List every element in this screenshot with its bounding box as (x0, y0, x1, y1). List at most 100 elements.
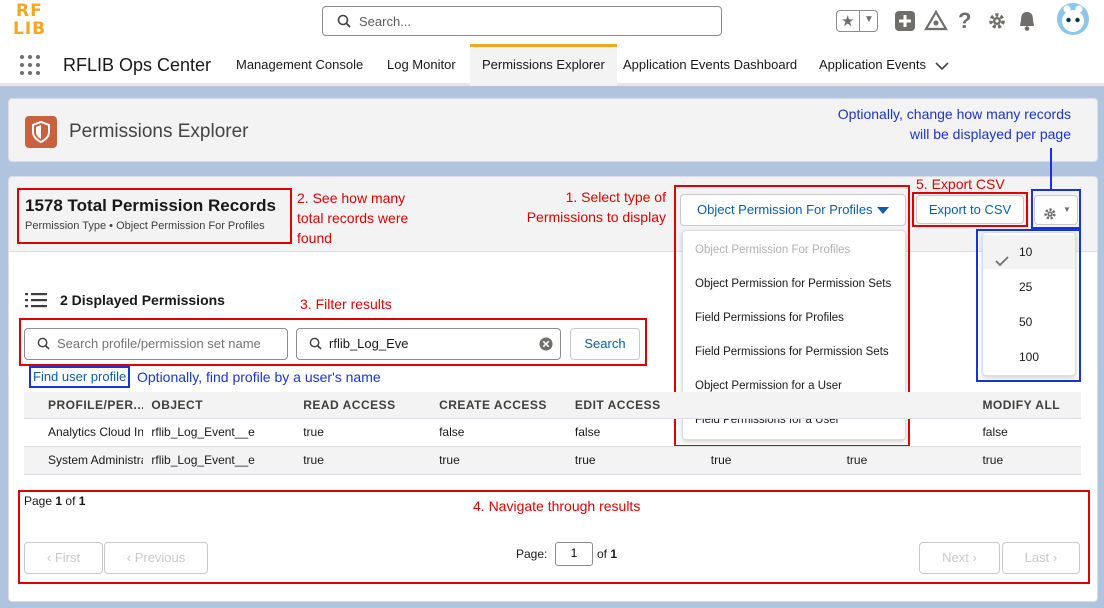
column-header-edit-access[interactable]: EDIT ACCESS (550, 392, 687, 419)
object-search-input[interactable] (329, 336, 519, 351)
annotation-note-5: 5. Export CSV (916, 176, 1005, 192)
page-status-current: 1 (55, 494, 63, 508)
page-total: of 1 (597, 547, 617, 561)
help-icon[interactable]: ? (958, 8, 971, 34)
global-search-input[interactable] (359, 12, 709, 30)
export-csv-button[interactable]: Export to CSV (916, 195, 1024, 224)
search-button[interactable]: Search (570, 328, 640, 360)
table-cell: rflib_Log_Event__e (143, 418, 280, 447)
page-size-menu-button[interactable]: ▼ (1034, 195, 1078, 225)
page-status-of: of (65, 494, 76, 508)
table-row: System Administrator rflib_Log_Event__e … (24, 446, 1081, 475)
annotation-note-find-user: Optionally, find profile by a user's nam… (137, 369, 381, 385)
chevron-down-icon[interactable] (935, 59, 949, 74)
table-cell: false (415, 418, 551, 447)
object-search-field[interactable] (296, 328, 561, 360)
permission-type-option[interactable]: Object Permission for Permission Sets (683, 267, 905, 301)
permission-type-option[interactable]: Object Permission For Profiles (683, 233, 905, 267)
previous-page-label: Previous (134, 550, 186, 565)
table-cell: false (550, 418, 687, 447)
column-header-hidden-2[interactable] (822, 392, 959, 419)
annotation-box-total (17, 188, 292, 244)
annotation-line: total records were (297, 210, 409, 226)
search-icon (309, 337, 322, 353)
table-cell: true (686, 446, 823, 475)
table-cell: rflib_Log_Event__e (143, 446, 280, 475)
search-icon (37, 337, 50, 353)
table-row: Analytics Cloud Integration User rflib_L… (24, 418, 1081, 447)
favorites-divider (859, 11, 860, 31)
caret-down-icon (877, 196, 889, 226)
column-header-modify-all[interactable]: MODIFY ALL (958, 392, 1081, 419)
permission-type-combobox[interactable]: Object Permission For Profiles (680, 194, 906, 226)
table-cell: true (958, 446, 1081, 475)
chevron-right-icon: › (972, 550, 977, 565)
annotation-connector (1050, 148, 1052, 190)
page-size-annotation: Optionally, change how many records will… (828, 104, 1071, 144)
app-launcher-icon[interactable] (20, 55, 40, 75)
page-size-option[interactable]: 100 (983, 340, 1075, 374)
chevron-left-icon: ‹ (46, 550, 52, 565)
page-number-field[interactable] (555, 542, 593, 566)
table-cell (822, 418, 959, 447)
favorites-button[interactable]: ★ ▼ (836, 10, 878, 32)
page-size-option[interactable]: 25 (983, 270, 1075, 304)
page-status-total: 1 (78, 494, 86, 508)
profile-search-input[interactable] (57, 336, 282, 351)
page-input-label: Page: (516, 547, 548, 561)
annotation-line: 1. Select type of (565, 189, 666, 205)
page-size-dropdown: 10 25 50 100 (982, 232, 1076, 376)
find-user-profile-link[interactable]: Find user profile (33, 369, 126, 384)
app-logo[interactable]: RF LIB (13, 3, 51, 39)
annotation-line: will be displayed per page (909, 126, 1071, 142)
global-header: RF LIB ★ ▼ ? (0, 0, 1104, 44)
table-cell: true (550, 446, 687, 475)
permission-type-selected: Object Permission For Profiles (697, 202, 873, 217)
annotation-line: Optionally, change how many records (837, 106, 1071, 122)
column-header-hidden-1[interactable] (686, 392, 823, 419)
page-status: Page 1 of 1 (24, 494, 85, 508)
table-cell (686, 418, 823, 447)
previous-page-button[interactable]: ‹ Previous (104, 542, 208, 574)
column-header-read-access[interactable]: READ ACCESS (279, 392, 416, 419)
column-header-profile[interactable]: PROFILE/PER... (24, 392, 144, 419)
trailhead-icon[interactable] (924, 9, 948, 35)
notifications-bell-icon[interactable] (1017, 10, 1037, 35)
permissions-table: PROFILE/PER... OBJECT READ ACCESS CREATE… (24, 392, 1081, 475)
page-status-label: Page (24, 494, 53, 508)
table-header-row: PROFILE/PER... OBJECT READ ACCESS CREATE… (24, 392, 1081, 419)
last-page-label: Last (1024, 550, 1050, 565)
table-cell: true (279, 418, 416, 447)
column-header-create-access[interactable]: CREATE ACCESS (415, 392, 551, 419)
first-page-button[interactable]: ‹ First (24, 542, 103, 574)
tab-application-events-dashboard[interactable]: Application Events Dashboard (611, 44, 809, 86)
clear-icon[interactable] (539, 337, 553, 354)
global-search[interactable] (322, 6, 722, 36)
tab-log-monitor[interactable]: Log Monitor (375, 44, 468, 86)
chevron-down-icon[interactable]: ▼ (864, 14, 874, 25)
tab-permissions-explorer[interactable]: Permissions Explorer (470, 44, 617, 86)
page-total-number: 1 (610, 547, 618, 561)
page-number-input[interactable] (556, 546, 592, 560)
annotation-line: Permissions to display (526, 209, 666, 225)
column-header-object[interactable]: OBJECT (143, 392, 280, 419)
tab-application-events[interactable]: Application Events (807, 44, 938, 86)
page-size-option[interactable]: 50 (983, 305, 1075, 339)
table-cell: System Administrator (24, 446, 144, 475)
permission-type-option[interactable]: Field Permissions for Permission Sets (683, 335, 905, 369)
global-actions-icon[interactable] (894, 10, 916, 35)
tab-management-console[interactable]: Management Console (224, 44, 375, 86)
last-page-button[interactable]: Last › (1002, 542, 1080, 574)
user-avatar[interactable] (1056, 2, 1090, 39)
chevron-down-icon: ▼ (1063, 205, 1071, 214)
table-cell: true (822, 446, 959, 475)
profile-search-field[interactable] (24, 328, 288, 360)
app-navigation: RFLIB Ops Center Management Console Log … (0, 44, 1104, 86)
annotation-line: found (297, 230, 333, 246)
page-size-option[interactable]: 10 (983, 235, 1075, 269)
logo-text-line2: LIB (13, 19, 47, 39)
gear-icon (1043, 203, 1057, 231)
setup-gear-icon[interactable] (987, 11, 1007, 34)
next-page-button[interactable]: Next › (919, 542, 1000, 574)
permission-type-option[interactable]: Field Permissions for Profiles (683, 301, 905, 335)
